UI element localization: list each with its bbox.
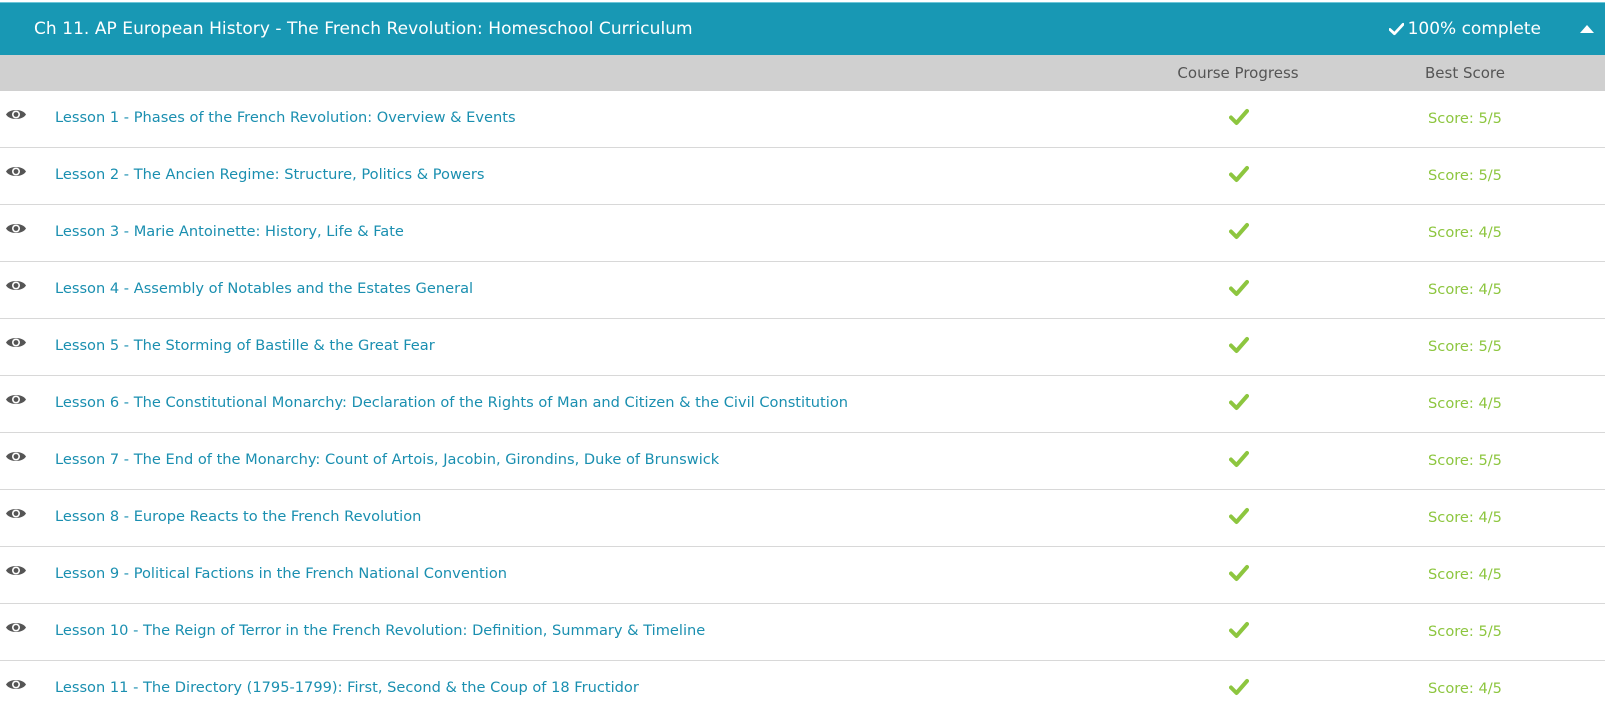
lesson-link[interactable]: Lesson 4 - Assembly of Notables and the … xyxy=(55,280,473,297)
progress-check-icon xyxy=(1229,108,1249,126)
lesson-link[interactable]: Lesson 8 - Europe Reacts to the French R… xyxy=(55,508,421,525)
progress-check-icon xyxy=(1229,678,1249,696)
lesson-link[interactable]: Lesson 1 - Phases of the French Revoluti… xyxy=(55,109,516,126)
progress-check-icon xyxy=(1229,336,1249,354)
lesson-row-9: Lesson 9 - Political Factions in the Fre… xyxy=(0,547,1605,604)
lesson-score: Score: 5/5 xyxy=(1428,167,1502,184)
lesson-link[interactable]: Lesson 10 - The Reign of Terror in the F… xyxy=(55,622,705,639)
lesson-row-10: Lesson 10 - The Reign of Terror in the F… xyxy=(0,604,1605,661)
eye-icon[interactable] xyxy=(5,392,27,407)
lesson-link[interactable]: Lesson 11 - The Directory (1795-1799): F… xyxy=(55,679,639,696)
lesson-link[interactable]: Lesson 5 - The Storming of Bastille & th… xyxy=(55,337,435,354)
lesson-score: Score: 5/5 xyxy=(1428,623,1502,640)
lesson-score: Score: 4/5 xyxy=(1428,224,1502,241)
lesson-score: Score: 5/5 xyxy=(1428,452,1502,469)
progress-check-icon xyxy=(1229,393,1249,411)
lesson-row-2: Lesson 2 - The Ancien Regime: Structure,… xyxy=(0,148,1605,205)
lesson-score: Score: 4/5 xyxy=(1428,395,1502,412)
caret-up-icon[interactable] xyxy=(1575,17,1599,41)
chapter-title[interactable]: Ch 11. AP European History - The French … xyxy=(34,19,693,39)
lesson-score: Score: 4/5 xyxy=(1428,281,1502,298)
column-best-score: Best Score xyxy=(1425,64,1505,82)
lesson-score: Score: 4/5 xyxy=(1428,566,1502,583)
eye-icon[interactable] xyxy=(5,107,27,122)
progress-check-icon xyxy=(1229,279,1249,297)
eye-icon[interactable] xyxy=(5,221,27,236)
completion-status: 100% complete xyxy=(1388,19,1541,39)
lesson-score: Score: 4/5 xyxy=(1428,509,1502,526)
lesson-link[interactable]: Lesson 9 - Political Factions in the Fre… xyxy=(55,565,507,582)
progress-check-icon xyxy=(1229,222,1249,240)
lesson-score: Score: 4/5 xyxy=(1428,680,1502,697)
lesson-link[interactable]: Lesson 3 - Marie Antoinette: History, Li… xyxy=(55,223,404,240)
progress-check-icon xyxy=(1229,564,1249,582)
lesson-row-7: Lesson 7 - The End of the Monarchy: Coun… xyxy=(0,433,1605,490)
lesson-row-8: Lesson 8 - Europe Reacts to the French R… xyxy=(0,490,1605,547)
lesson-row-11: Lesson 11 - The Directory (1795-1799): F… xyxy=(0,661,1605,718)
lesson-row-6: Lesson 6 - The Constitutional Monarchy: … xyxy=(0,376,1605,433)
lesson-list: Lesson 1 - Phases of the French Revoluti… xyxy=(0,91,1605,718)
lesson-row-3: Lesson 3 - Marie Antoinette: History, Li… xyxy=(0,205,1605,262)
eye-icon[interactable] xyxy=(5,620,27,635)
lesson-score: Score: 5/5 xyxy=(1428,338,1502,355)
eye-icon[interactable] xyxy=(5,506,27,521)
eye-icon[interactable] xyxy=(5,449,27,464)
lesson-row-4: Lesson 4 - Assembly of Notables and the … xyxy=(0,262,1605,319)
column-header: Course Progress Best Score xyxy=(0,55,1605,91)
progress-check-icon xyxy=(1229,165,1249,183)
lesson-row-1: Lesson 1 - Phases of the French Revoluti… xyxy=(0,91,1605,148)
eye-icon[interactable] xyxy=(5,278,27,293)
eye-icon[interactable] xyxy=(5,335,27,350)
chapter-header[interactable]: Ch 11. AP European History - The French … xyxy=(0,2,1605,55)
lesson-row-5: Lesson 5 - The Storming of Bastille & th… xyxy=(0,319,1605,376)
lesson-score: Score: 5/5 xyxy=(1428,110,1502,127)
progress-check-icon xyxy=(1229,450,1249,468)
eye-icon[interactable] xyxy=(5,563,27,578)
lesson-link[interactable]: Lesson 6 - The Constitutional Monarchy: … xyxy=(55,394,848,411)
check-icon xyxy=(1388,22,1404,36)
completion-text: 100% complete xyxy=(1407,19,1541,39)
lesson-link[interactable]: Lesson 7 - The End of the Monarchy: Coun… xyxy=(55,451,719,468)
eye-icon[interactable] xyxy=(5,677,27,692)
progress-check-icon xyxy=(1229,621,1249,639)
eye-icon[interactable] xyxy=(5,164,27,179)
lesson-link[interactable]: Lesson 2 - The Ancien Regime: Structure,… xyxy=(55,166,484,183)
column-course-progress: Course Progress xyxy=(1177,64,1299,82)
progress-check-icon xyxy=(1229,507,1249,525)
